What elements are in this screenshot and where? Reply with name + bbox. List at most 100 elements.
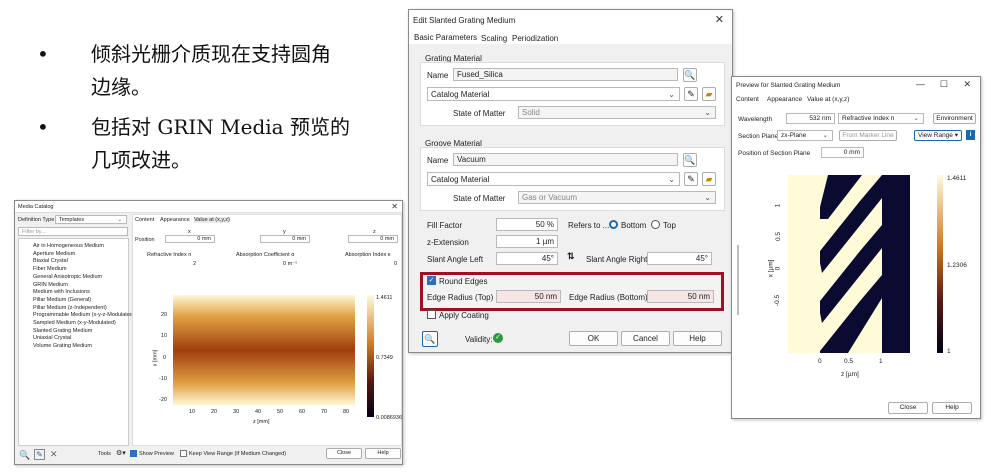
position-z-field[interactable]: 0 mm (348, 235, 398, 243)
groove-catalog-select[interactable]: Catalog Material ⌄ (427, 172, 680, 186)
xtick: 0 (818, 358, 822, 365)
tree-item[interactable]: Fiber Medium (33, 266, 128, 274)
validity-label: Validity: (465, 335, 493, 344)
tree-item[interactable]: GRIN Medium (33, 282, 128, 290)
tree-item[interactable]: Aperture Medium (33, 251, 128, 259)
colorbar (937, 175, 943, 353)
search-icon[interactable]: 🔍 (683, 153, 697, 167)
show-preview-label: Show Preview (139, 451, 174, 457)
round-edges-checkbox[interactable]: ✓ (427, 276, 436, 285)
tree-item[interactable]: Slanted Grating Medium (33, 328, 128, 336)
tools-icon[interactable]: ⚙▾ (116, 449, 126, 457)
tab-basic-parameters[interactable]: Basic Parameters (414, 33, 478, 43)
position-y-field[interactable]: 0 mm (260, 235, 310, 243)
minimize-icon[interactable]: — (916, 79, 925, 89)
y-axis-label: x [mm] (152, 349, 159, 367)
ytick: -20 (159, 397, 167, 403)
section-plane-select[interactable]: zx-Plane ⌄ (777, 130, 833, 141)
tab-content[interactable]: Content (135, 217, 154, 223)
tab-value[interactable]: Value at (x,y,z) (194, 217, 230, 223)
delete-icon[interactable]: ✕ (50, 449, 58, 460)
view-range-button[interactable]: View Range ▾ (914, 130, 962, 141)
grating-state-select[interactable]: Solid ⌄ (518, 106, 716, 119)
checkbox-checked[interactable] (130, 450, 137, 457)
wavelength-field[interactable]: 532 nm (786, 113, 835, 124)
window-title: Preview for Slanted Grating Medium (736, 82, 841, 89)
folder-icon[interactable]: ▰ (702, 87, 716, 101)
tree-item[interactable]: Volume Grating Medium (33, 343, 128, 351)
ytick: 20 (161, 312, 168, 318)
close-button[interactable]: Close (326, 448, 362, 459)
ok-button[interactable]: OK (569, 331, 618, 346)
tab-periodization[interactable]: Periodization (512, 34, 558, 43)
filter-input[interactable]: Filter by... (18, 227, 128, 236)
help-button[interactable]: Help (673, 331, 722, 346)
search-icon[interactable]: 🔍 (422, 331, 438, 347)
tab-content[interactable]: Content (736, 96, 759, 103)
tree-item[interactable]: Air in Homogeneous Medium (33, 243, 128, 251)
maximize-icon[interactable]: ☐ (940, 79, 948, 90)
groove-state-select[interactable]: Gas or Vacuum ⌄ (518, 191, 716, 204)
x-axis-label: z [µm] (841, 371, 859, 378)
grating-material-group: Name Fused_Silica 🔍 Catalog Material ⌄ ✎ … (420, 62, 725, 126)
name-label: Name (427, 156, 449, 165)
tree-item[interactable]: Medium with Inclusions (33, 289, 128, 297)
tools-menu[interactable]: Tools (98, 451, 111, 457)
edge-top-field[interactable]: 50 nm (496, 290, 561, 303)
close-icon[interactable]: ✕ (963, 79, 971, 90)
slant-left-field[interactable]: 45° (496, 252, 558, 265)
radio-top[interactable] (651, 220, 660, 229)
quantity-select[interactable]: Refractive Index n ⌄ (838, 113, 924, 124)
tree-item[interactable]: General Anisotropic Medium (33, 274, 128, 282)
edit-slanted-grating-window: Edit Slanted Grating Medium ✕ Basic Para… (408, 9, 733, 353)
definition-type-select[interactable]: Templates ⌄ (55, 215, 127, 224)
slant-right-field[interactable]: 45° (647, 252, 712, 265)
close-button[interactable]: Close (888, 402, 928, 414)
help-button[interactable]: Help (365, 448, 401, 459)
bullet-marker: • (37, 42, 49, 66)
grating-catalog-select[interactable]: Catalog Material ⌄ (427, 87, 680, 101)
grating-name-field[interactable]: Fused_Silica (453, 68, 678, 81)
tab-bar: Basic Parameters Scaling Periodization (409, 30, 732, 44)
cancel-button[interactable]: Cancel (621, 331, 670, 346)
preview-content: Wavelength 532 nm Refractive Index n ⌄ En… (732, 105, 980, 418)
position-x-field[interactable]: 0 mm (165, 235, 215, 243)
groove-name-field[interactable]: Vacuum (453, 153, 678, 166)
tab-value[interactable]: Value at (x,y,z) (807, 96, 849, 103)
tree-item[interactable]: Pillar Medium (z-Independent) (33, 305, 128, 313)
value-header-alpha: Absorption Coefficient α (236, 252, 295, 258)
tree-item[interactable]: Uniaxial Crystal (33, 335, 128, 343)
checkbox-unchecked[interactable] (180, 450, 187, 457)
tree-item[interactable]: Sampled Medium (x-y-Modulated) (33, 320, 128, 328)
section-position-field[interactable]: 0 mm (821, 147, 864, 158)
pencil-icon[interactable]: ✎ (684, 87, 698, 101)
from-marker-button[interactable]: From Marker Line (839, 130, 897, 141)
tab-appearance[interactable]: Appearance (767, 96, 802, 103)
close-icon[interactable]: ✕ (391, 202, 398, 211)
search-icon[interactable]: 🔍 (683, 68, 697, 82)
fill-factor-field[interactable]: 50 % (496, 218, 558, 231)
bullet-2-line1: 包括对 GRIN Media 预览的 (91, 115, 350, 139)
colorbar-mid: 1.2306 (947, 262, 967, 269)
link-icon[interactable]: ⇅ (567, 251, 575, 262)
tab-appearance[interactable]: Appearance (160, 217, 190, 223)
window-title: Edit Slanted Grating Medium (413, 16, 516, 25)
apply-coating-checkbox[interactable] (427, 310, 436, 319)
edit-icon[interactable]: ✎ (34, 449, 45, 460)
help-button[interactable]: Help (932, 402, 972, 414)
radio-bottom[interactable] (609, 220, 618, 229)
close-icon[interactable]: ✕ (715, 13, 724, 26)
search-icon[interactable]: 🔍 (19, 450, 30, 461)
bullet-2-line2: 几项改进。 (91, 148, 191, 172)
tree-item[interactable]: Biaxial Crystal (33, 258, 128, 266)
folder-icon[interactable]: ▰ (702, 172, 716, 186)
position-label: Position (135, 237, 155, 243)
z-extension-field[interactable]: 1 µm (496, 235, 558, 248)
pencil-icon[interactable]: ✎ (684, 172, 698, 186)
tree-item[interactable]: Pillar Medium (General) (33, 297, 128, 305)
environment-button[interactable]: Environment (933, 113, 976, 124)
info-icon[interactable]: i (966, 130, 975, 140)
tab-scaling[interactable]: Scaling (481, 34, 507, 43)
tree-item[interactable]: Programmable Medium (x-y-z-Modulated) (33, 312, 135, 320)
edge-bottom-field[interactable]: 50 nm (647, 290, 714, 303)
